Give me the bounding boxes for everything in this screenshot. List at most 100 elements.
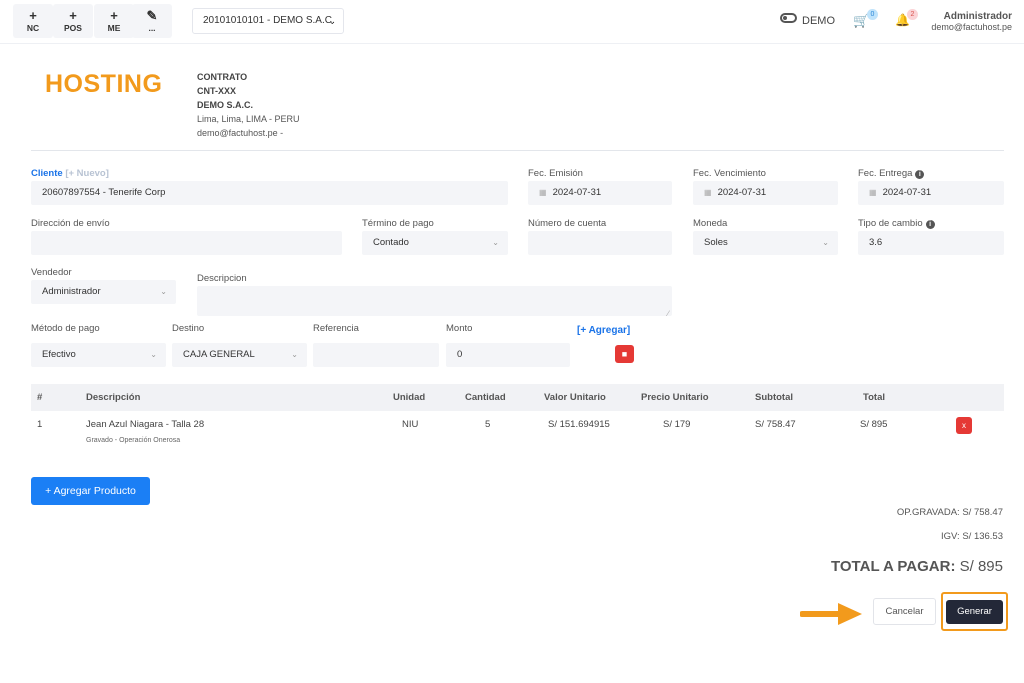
row-quantity: 5	[485, 419, 491, 430]
issue-date-value: 2024-07-31	[552, 187, 602, 198]
contract-info: CONTRATO CNT-XXX DEMO S.A.C. Lima, Lima,…	[197, 70, 300, 140]
trash-icon: ■	[621, 349, 628, 359]
new-client-link[interactable]: [+ Nuevo]	[65, 168, 109, 179]
calendar-icon: ▦	[539, 188, 547, 197]
client-input[interactable]: 20607897554 - Tenerife Corp	[31, 181, 508, 205]
resize-handle-icon[interactable]: ∕	[668, 302, 669, 326]
destination-value: CAJA GENERAL	[183, 349, 255, 360]
chevron-down-icon: ⌄	[328, 16, 336, 26]
col-total: Total	[863, 392, 885, 403]
currency-value: Soles	[704, 237, 728, 248]
exchange-rate-input[interactable]: 3.6	[858, 231, 1004, 255]
add-payment-link[interactable]: [+ Agregar]	[577, 325, 630, 336]
currency-label: Moneda	[693, 218, 728, 229]
payment-method-value: Efectivo	[42, 349, 76, 360]
payment-term-value: Contado	[373, 237, 409, 248]
company-email: demo@factuhost.pe -	[197, 128, 284, 138]
account-number-input[interactable]	[528, 231, 672, 255]
due-date-input[interactable]: ▦ 2024-07-31	[693, 181, 838, 205]
header-divider	[31, 150, 1004, 151]
user-name[interactable]: Administrador	[944, 11, 1012, 22]
company-select[interactable]: 20101010101 - DEMO S.A.C. ⌄	[192, 8, 344, 34]
col-unit: Unidad	[393, 392, 426, 403]
description-label: Descripcion	[197, 273, 247, 284]
mode-label: DEMO	[802, 15, 835, 27]
calendar-icon: ▦	[869, 188, 877, 197]
shipping-address-input[interactable]	[31, 231, 342, 255]
reference-label: Referencia	[313, 323, 359, 334]
delivery-date-label: Fec. Entrega i	[858, 168, 925, 179]
plus-icon: +	[29, 8, 37, 23]
info-icon[interactable]: i	[915, 170, 925, 179]
company-address: Lima, Lima, LIMA - PERU	[197, 114, 300, 124]
generate-button[interactable]: Generar	[946, 600, 1003, 624]
exchange-rate-label-text: Tipo de cambio	[858, 218, 923, 229]
currency-select[interactable]: Soles ⌄	[693, 231, 838, 255]
plus-icon: +	[110, 8, 118, 23]
cart-count-badge: 0	[867, 9, 878, 20]
seller-select[interactable]: Administrador ⌄	[31, 280, 176, 304]
company-logo: HOSTING	[45, 70, 163, 98]
destination-label: Destino	[172, 323, 205, 334]
pos-label: POS	[64, 23, 82, 33]
row-unit-price: S/ 179	[663, 419, 691, 430]
client-label-text: Cliente	[31, 168, 63, 179]
company-name: DEMO S.A.C.	[197, 100, 254, 110]
toggle-icon[interactable]	[780, 13, 797, 23]
due-date-value: 2024-07-31	[717, 187, 767, 198]
grand-total-label: TOTAL A PAGAR:	[831, 558, 956, 575]
issue-date-input[interactable]: ▦ 2024-07-31	[528, 181, 672, 205]
exchange-rate-value: 3.6	[869, 237, 883, 248]
row-total: S/ 895	[860, 419, 888, 430]
info-icon[interactable]: i	[925, 220, 935, 229]
account-number-label: Número de cuenta	[528, 218, 607, 229]
due-date-label: Fec. Vencimiento	[693, 168, 766, 179]
plus-icon: +	[69, 8, 77, 23]
delivery-date-value: 2024-07-31	[882, 187, 932, 198]
exchange-rate-label: Tipo de cambio i	[858, 218, 935, 229]
chevron-down-icon: ⌄	[150, 350, 157, 359]
cancel-button[interactable]: Cancelar	[873, 598, 936, 625]
delete-row-button[interactable]: x	[956, 417, 972, 434]
delivery-date-input[interactable]: ▦ 2024-07-31	[858, 181, 1004, 205]
row-unit-value: S/ 151.694915	[548, 419, 610, 430]
issue-date-label: Fec. Emisión	[528, 168, 583, 179]
contract-title: CONTRATO	[197, 72, 248, 82]
amount-value: 0	[457, 349, 463, 360]
new-credit-note-button[interactable]: + NC	[13, 4, 53, 38]
pencil-icon: ✎	[146, 8, 158, 23]
grand-total: TOTAL A PAGAR: S/ 895	[831, 558, 1003, 575]
amount-input[interactable]: 0	[446, 343, 570, 367]
col-number: #	[37, 392, 43, 403]
client-input-value: 20607897554 - Tenerife Corp	[42, 187, 166, 198]
reference-input[interactable]	[313, 343, 439, 367]
more-actions-button[interactable]: ✎ ...	[132, 4, 172, 38]
amount-label: Monto	[446, 323, 473, 334]
seller-label: Vendedor	[31, 267, 72, 278]
description-textarea[interactable]: ∕	[197, 286, 672, 318]
destination-select[interactable]: CAJA GENERAL ⌄	[172, 343, 307, 367]
client-label: Cliente [+ Nuevo]	[31, 168, 109, 179]
arrow-right-icon	[800, 603, 862, 625]
row-unit: NIU	[402, 419, 419, 430]
more-label: ...	[148, 23, 156, 33]
op-gravada-total: OP.GRAVADA: S/ 758.47	[896, 507, 1003, 518]
add-product-button[interactable]: + Agregar Producto	[31, 477, 150, 505]
chevron-down-icon: ⌄	[160, 287, 167, 296]
igv-total: IGV: S/ 136.53	[941, 531, 1003, 542]
calendar-icon: ▦	[704, 188, 712, 197]
payment-method-select[interactable]: Efectivo ⌄	[31, 343, 166, 367]
shipping-address-label: Dirección de envío	[31, 218, 110, 229]
notification-count-badge: 2	[907, 9, 918, 20]
user-email: demo@factuhost.pe	[931, 22, 1012, 32]
top-bar: + NC + POS + ME ✎ ... 20101010101 - DEMO…	[0, 0, 1024, 44]
payment-method-label: Método de pago	[31, 323, 100, 334]
payment-term-select[interactable]: Contado ⌄	[362, 231, 508, 255]
chevron-down-icon: ⌄	[291, 350, 298, 359]
row-number: 1	[37, 419, 43, 430]
chevron-down-icon: ⌄	[822, 238, 829, 247]
delete-payment-button[interactable]: ■	[615, 345, 634, 363]
new-pos-button[interactable]: + POS	[53, 4, 93, 38]
new-me-button[interactable]: + ME	[94, 4, 134, 38]
col-quantity: Cantidad	[465, 392, 506, 403]
